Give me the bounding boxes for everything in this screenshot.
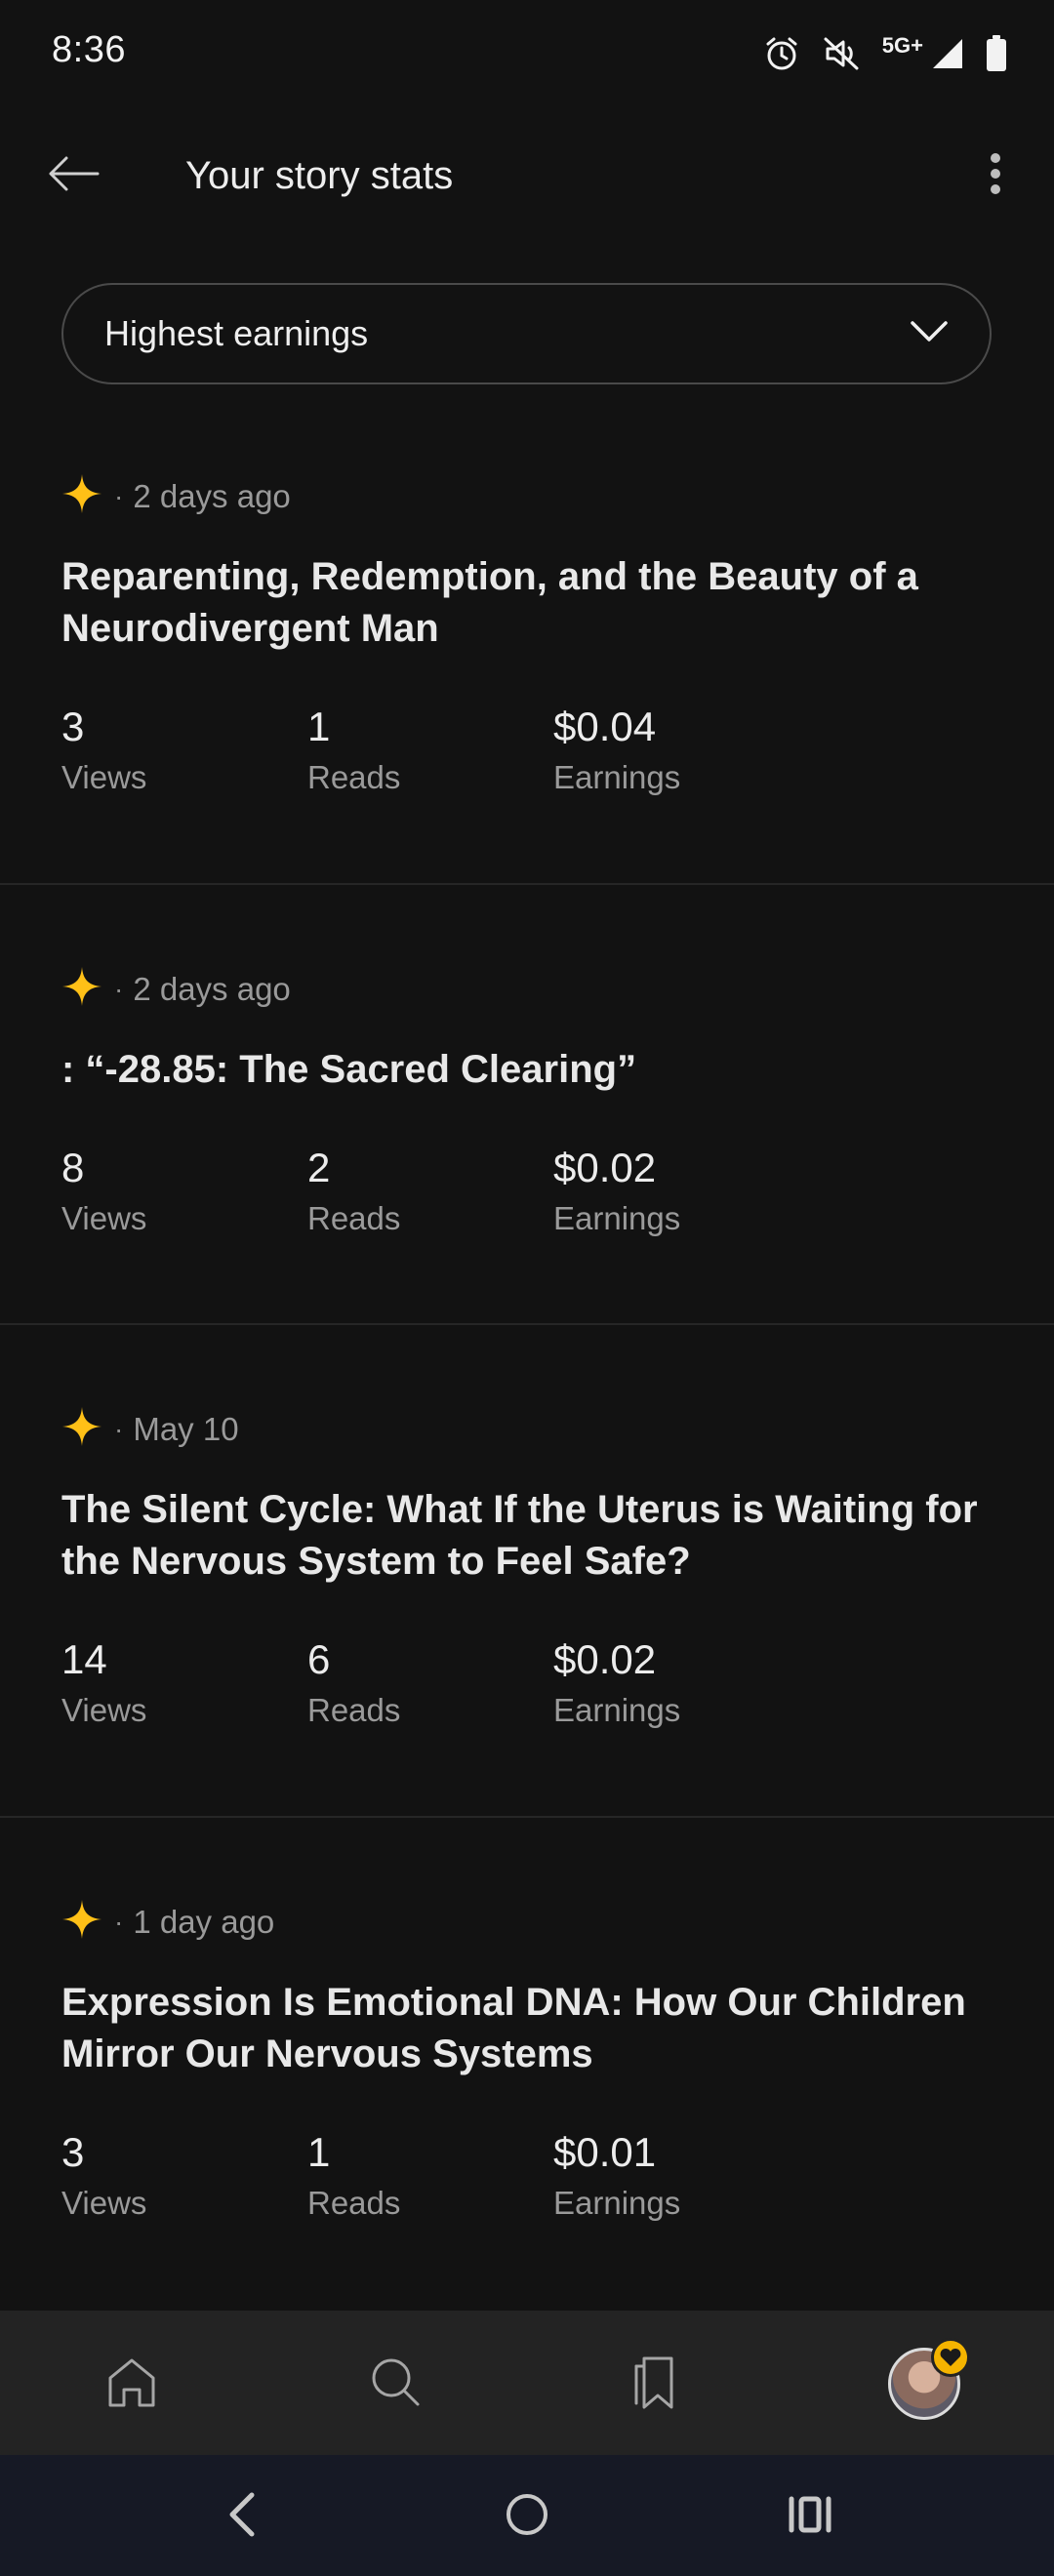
views-stat: 8 Views [61,1144,307,1241]
chevron-down-icon [910,320,949,348]
story-meta: · 2 days ago [61,473,291,519]
story-stats: 3 Views 1 Reads $0.01 Earnings [61,2128,799,2226]
home-icon [104,2355,159,2414]
reads-label: Reads [307,759,401,795]
story-date: 2 days ago [133,970,291,1007]
story-date: May 10 [133,1410,239,1447]
back-button[interactable] [39,146,107,205]
member-star-icon [61,966,102,1012]
more-options-button[interactable] [966,146,1025,205]
views-label: Views [61,1200,147,1236]
reads-stat: 6 Reads [307,1635,553,1733]
member-star-icon [61,1406,102,1452]
system-back-button[interactable] [202,2482,280,2551]
search-icon [368,2355,423,2414]
nav-home[interactable] [88,2340,176,2428]
nav-library[interactable] [610,2340,698,2428]
story-card[interactable]: · 1 day ago Expression Is Emotional DNA:… [0,1818,1054,2311]
earnings-stat: $0.01 Earnings [553,2128,799,2226]
earnings-stat: $0.02 Earnings [553,1144,799,1241]
mute-icon [822,35,861,72]
alarm-icon [763,35,800,72]
reads-label: Reads [307,1200,401,1236]
status-icons: 5G+ [763,29,1007,78]
meta-separator: · [114,1413,124,1444]
member-star-icon [61,473,102,519]
member-star-icon [61,1899,102,1945]
story-card[interactable]: · 2 days ago : “-28.85: The Sacred Clear… [0,885,1054,1325]
reads-value: 1 [307,2129,331,2175]
meta-separator: · [114,480,124,511]
earnings-label: Earnings [553,1200,681,1236]
views-stat: 3 Views [61,703,307,800]
meta-separator: · [114,973,124,1004]
system-recents-button[interactable] [771,2482,849,2551]
arrow-left-icon [47,154,100,198]
reads-label: Reads [307,2185,401,2221]
reads-value: 2 [307,1145,331,1190]
status-time: 8:36 [52,29,126,70]
member-heart-icon [931,2338,970,2377]
earnings-value: $0.02 [553,1145,657,1190]
story-meta: · 1 day ago [61,1899,274,1945]
views-label: Views [61,759,147,795]
screen: 8:36 5G+ Your story stats Highest earnin… [0,0,1054,2576]
story-title[interactable]: The Silent Cycle: What If the Uterus is … [61,1484,998,1588]
status-bar: 8:36 5G+ [0,0,1054,107]
earnings-label: Earnings [553,759,681,795]
recents-icon [788,2495,832,2539]
meta-separator: · [114,1906,124,1937]
views-value: 8 [61,1145,85,1190]
earnings-label: Earnings [553,1692,681,1728]
story-meta: · May 10 [61,1406,239,1452]
story-date: 1 day ago [133,1903,275,1940]
story-title[interactable]: Reparenting, Redemption, and the Beauty … [61,551,998,655]
reads-stat: 1 Reads [307,2128,553,2226]
page-title: Your story stats [185,154,454,197]
story-card[interactable]: · May 10 The Silent Cycle: What If the U… [0,1325,1054,1818]
views-label: Views [61,1692,147,1728]
reads-stat: 2 Reads [307,1144,553,1241]
bottom-nav [0,2311,1054,2455]
reads-value: 1 [307,704,331,749]
reads-label: Reads [307,1692,401,1728]
back-icon [226,2491,256,2543]
story-stats: 8 Views 2 Reads $0.02 Earnings [61,1144,799,1241]
nav-search[interactable] [351,2340,439,2428]
app-bar: Your story stats [0,117,1054,234]
earnings-label: Earnings [553,2185,681,2221]
earnings-stat: $0.04 Earnings [553,703,799,800]
bookmarks-icon [627,2353,681,2416]
story-meta: · 2 days ago [61,966,291,1012]
views-value: 3 [61,704,85,749]
story-title[interactable]: Expression Is Emotional DNA: How Our Chi… [61,1977,998,2080]
reads-value: 6 [307,1636,331,1682]
system-home-button[interactable] [488,2482,566,2551]
system-nav-bar [0,2455,1054,2576]
story-card[interactable]: · 2 days ago Reparenting, Redemption, an… [0,434,1054,885]
story-stats: 3 Views 1 Reads $0.04 Earnings [61,703,799,800]
earnings-value: $0.01 [553,2129,657,2175]
views-value: 3 [61,2129,85,2175]
battery-icon [986,35,1007,72]
sort-dropdown[interactable]: Highest earnings [61,283,992,384]
views-label: Views [61,2185,147,2221]
earnings-stat: $0.02 Earnings [553,1635,799,1733]
sort-selected-label: Highest earnings [104,313,369,353]
earnings-value: $0.04 [553,704,657,749]
earnings-value: $0.02 [553,1636,657,1682]
story-date: 2 days ago [133,477,291,514]
views-stat: 14 Views [61,1635,307,1733]
story-stats: 14 Views 6 Reads $0.02 Earnings [61,1635,799,1733]
nav-profile[interactable] [888,2338,970,2420]
home-circle-icon [505,2492,549,2542]
views-stat: 3 Views [61,2128,307,2226]
views-value: 14 [61,1636,107,1682]
signal-icon [931,37,964,70]
story-title[interactable]: : “-28.85: The Sacred Clearing” [61,1044,998,1096]
network-label: 5G+ [881,33,923,58]
more-vertical-icon [990,152,1001,200]
reads-stat: 1 Reads [307,703,553,800]
